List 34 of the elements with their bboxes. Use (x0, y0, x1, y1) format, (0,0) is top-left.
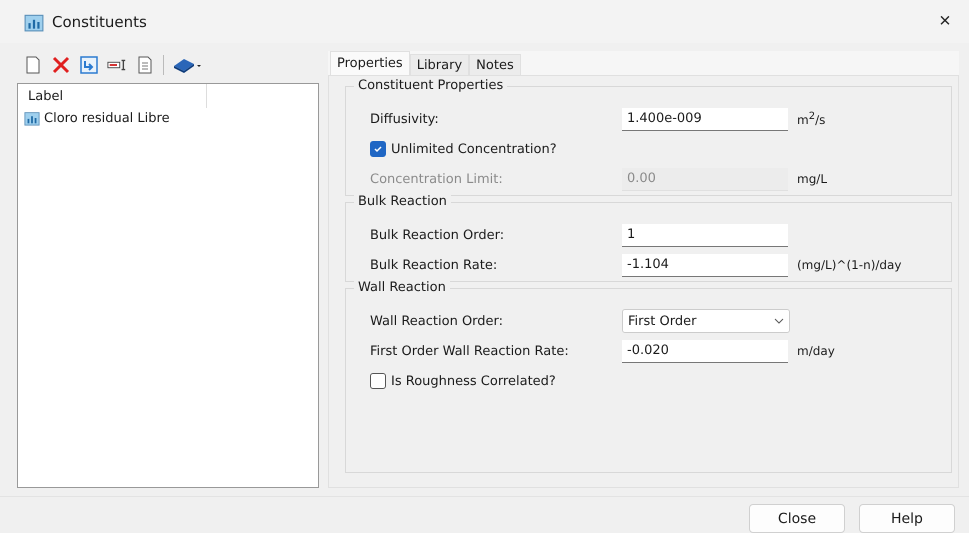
tab[interactable]: Library (410, 54, 470, 76)
unit-label: m$^{2}$/s (797, 111, 826, 128)
list-item[interactable]: Cloro residual Libre (18, 108, 176, 128)
field-label: Bulk Reaction Order: (370, 228, 506, 243)
unit-label: (mg/L)^(1-n)/day (797, 258, 902, 272)
dialog-button[interactable]: Help (859, 504, 955, 533)
copy-icon[interactable] (79, 55, 99, 76)
field-label: Bulk Reaction Rate: (370, 258, 498, 273)
constituent-label: Cloro residual Libre (44, 110, 170, 126)
unit-label: mg/L (797, 172, 828, 186)
delete-icon[interactable] (51, 55, 71, 76)
checkbox-label[interactable]: Unlimited Concentration? (391, 142, 557, 157)
checkbox[interactable] (370, 373, 386, 390)
dialog-button[interactable]: Close (749, 504, 845, 533)
field-label: First Order Wall Reaction Rate: (370, 344, 570, 359)
column-header[interactable]: Label (18, 84, 207, 108)
chevron-down-icon (774, 318, 784, 324)
constituent-icon (24, 110, 40, 126)
checkbox[interactable] (370, 141, 386, 158)
field-label: Diffusivity: (370, 112, 440, 127)
input-field[interactable]: -1.104 (622, 254, 788, 277)
tab[interactable]: Notes (469, 54, 521, 76)
input-field[interactable]: -0.020 (622, 340, 788, 363)
close-button[interactable]: × (925, 2, 965, 42)
window-title: Constituents (52, 12, 148, 31)
field-label: Wall Reaction Order: (370, 314, 504, 329)
dropdown[interactable]: First Order (622, 309, 790, 334)
input-field[interactable]: 1.400e-009 (622, 108, 788, 131)
input-field[interactable]: 1 (622, 224, 788, 247)
checkbox-label[interactable]: Is Roughness Correlated? (391, 374, 556, 389)
group-title: Constituent Properties (354, 78, 508, 94)
field-label: Concentration Limit: (370, 172, 504, 187)
tab[interactable]: Properties (330, 51, 410, 76)
unit-label: m/day (797, 344, 835, 358)
